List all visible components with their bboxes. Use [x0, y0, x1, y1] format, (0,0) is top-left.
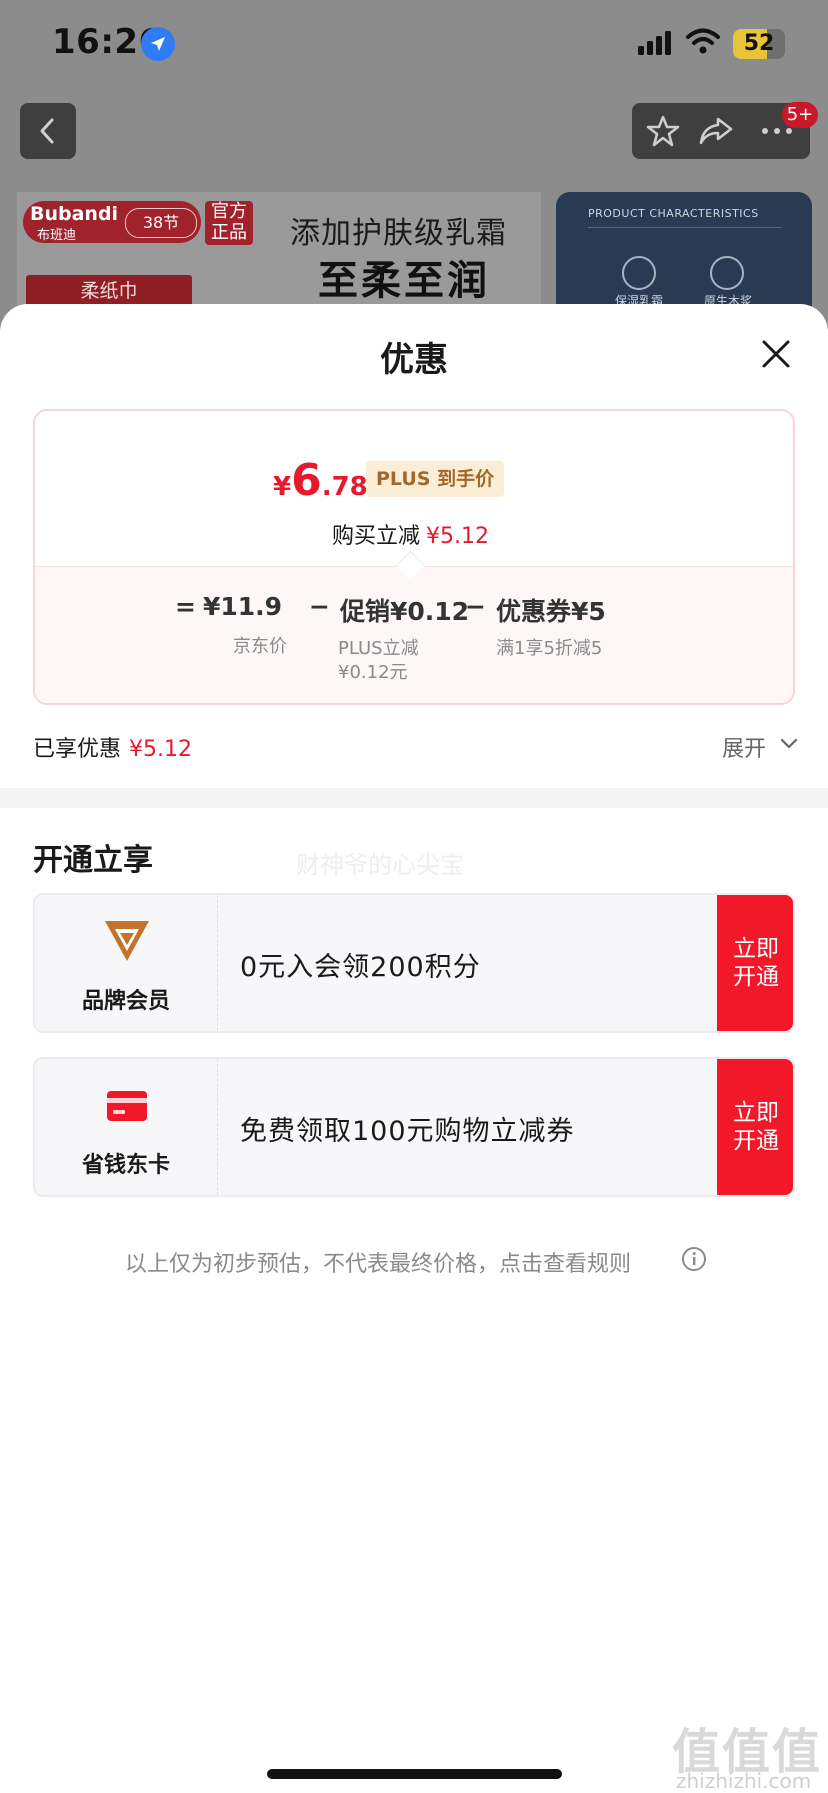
cellular-signal-icon [638, 31, 671, 55]
brand-name: Bubandi [30, 203, 119, 225]
festival-tag: 38节 [125, 208, 197, 238]
battery-icon: 52 [733, 29, 785, 59]
watermark: 财神爷的心尖宝 [296, 851, 464, 879]
product-tag: 柔纸巾 [26, 275, 192, 307]
section-divider [0, 788, 828, 808]
tree-icon [710, 256, 744, 290]
buy-reduce: 购买立减 ¥5.12 [332, 518, 489, 550]
expand-label: 展开 [722, 737, 767, 762]
info-icon[interactable] [681, 1246, 707, 1272]
brand-v-logo-icon [105, 921, 149, 961]
coupon-amount: 优惠券¥5 [496, 597, 606, 626]
offer-name: 省钱东卡 [81, 1153, 170, 1178]
share-icon[interactable] [698, 115, 734, 147]
offer-description: 0元入会领200积分 [240, 952, 481, 983]
site-watermark-url: zhizhizhi.com [676, 1769, 812, 1793]
activate-label: 立即开通 [733, 1100, 779, 1154]
discount-sheet: 优惠 ¥6.78 PLUS 到手价 购买立减 ¥5.12 = ¥11.9 − 促销… [0, 304, 828, 1793]
price-breakdown-card: ¥6.78 PLUS 到手价 购买立减 ¥5.12 = ¥11.9 − 促销¥0.… [33, 409, 795, 705]
activate-button[interactable]: 立即开通 [717, 895, 793, 1031]
moisture-icon [622, 256, 656, 290]
offer-left-panel: 品牌会员 [35, 895, 218, 1031]
offer-brand-member[interactable]: 品牌会员 0元入会领200积分 立即开通 [33, 893, 795, 1033]
minus-sign: − [465, 592, 486, 621]
wifi-icon [686, 28, 720, 54]
activate-label: 立即开通 [733, 936, 779, 990]
back-button[interactable] [20, 103, 76, 159]
close-icon[interactable] [756, 334, 796, 374]
location-arrow-icon [141, 27, 175, 61]
equals-sign: = [175, 592, 196, 621]
background-product-page: 16:26 52 5+ Bubandi 布班迪 38节 官方正品 柔纸巾 添加护… [0, 0, 828, 330]
promo-label-value: ¥0.12元 [338, 662, 408, 683]
offer-description: 免费领取100元购物立减券 [240, 1116, 575, 1147]
star-icon[interactable] [646, 115, 680, 147]
promo-amount: 促销¥0.12 [340, 597, 470, 626]
back-chevron-icon [40, 118, 54, 144]
battery-level: 52 [743, 31, 775, 56]
price-decimal: .78 [321, 472, 368, 502]
minus-sign: − [309, 592, 330, 621]
brand-cn-name: 布班迪 [37, 228, 77, 243]
divider [588, 227, 782, 228]
home-indicator [267, 1769, 562, 1779]
offer-savings-card[interactable]: 省钱东卡 免费领取100元购物立减券 立即开通 [33, 1057, 795, 1197]
official-badge: 官方正品 [205, 201, 253, 245]
chevron-down-icon [780, 738, 798, 749]
banner-slogan: 至柔至润 [318, 258, 490, 304]
notification-badge: 5+ [782, 102, 818, 128]
red-card-icon [107, 1091, 147, 1121]
plus-price-tag: PLUS 到手价 [366, 461, 505, 497]
section-title: 开通立享 [33, 843, 153, 878]
offer-name: 品牌会员 [81, 989, 170, 1014]
promo-label: PLUS立减 [338, 638, 419, 659]
status-bar: 16:26 52 [0, 0, 828, 90]
activate-button[interactable]: 立即开通 [717, 1059, 793, 1195]
characteristics-title: PRODUCT CHARACTERISTICS [588, 207, 759, 220]
banner-headline: 添加护肤级乳霜 [290, 216, 507, 251]
enjoyed-amount: ¥5.12 [129, 737, 192, 762]
brand-logo: Bubandi 布班迪 38节 [23, 201, 201, 243]
enjoyed-discount: 已享优惠 ¥5.12 [33, 731, 192, 763]
currency-symbol: ¥ [273, 472, 292, 502]
expand-button[interactable]: 展开 [722, 731, 798, 763]
enjoyed-label: 已享优惠 [33, 737, 122, 762]
buy-reduce-amount: ¥5.12 [426, 524, 489, 549]
offer-left-panel: 省钱东卡 [35, 1059, 218, 1195]
sheet-title: 优惠 [380, 340, 448, 380]
buy-reduce-label: 购买立减 [332, 524, 421, 549]
disclaimer-link[interactable]: 以上仅为初步预估，不代表最终价格，点击查看规则 [125, 1246, 631, 1278]
coupon-label: 满1享5折减5 [496, 638, 603, 659]
final-price: ¥6.78 [273, 455, 368, 506]
base-price: ¥11.9 [203, 592, 283, 621]
base-price-label: 京东价 [233, 636, 287, 657]
price-integer: 6 [291, 455, 322, 506]
